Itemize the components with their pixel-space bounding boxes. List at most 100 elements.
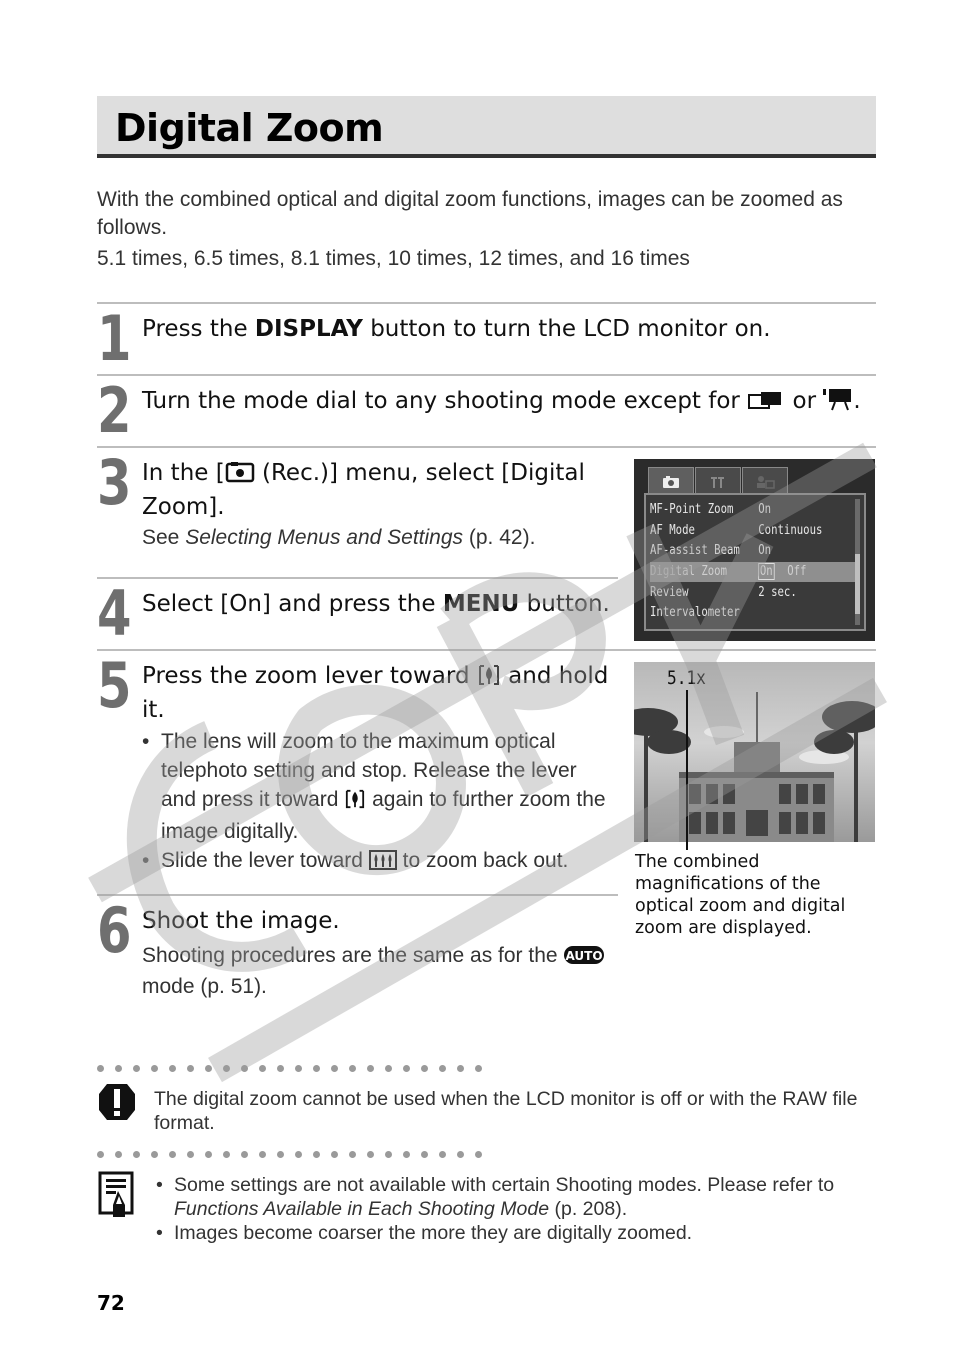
telephoto-icon: [344, 788, 366, 817]
setup-tab: [695, 467, 741, 495]
divider: [97, 302, 876, 304]
memo-icon: [98, 1171, 136, 1223]
caution-icon: [97, 1082, 137, 1126]
lcd-menu-panel: MF-Point Zoom On AF Mode Continuous AF-ass…: [644, 493, 866, 631]
memo-page-ref: (p. 208).: [549, 1198, 628, 1220]
title-bar: Digital Zoom: [97, 96, 876, 158]
lcd-menu-screenshot: MF-Point Zoom On AF Mode Continuous AF-ass…: [634, 459, 875, 641]
bullet-text: Slide the lever toward: [161, 849, 369, 872]
step-number: 1: [97, 302, 132, 375]
memo-reference-title: Functions Available in Each Shooting Mod…: [174, 1198, 550, 1220]
separator-dot: [115, 1151, 122, 1158]
page-number: 72: [97, 1291, 125, 1315]
separator-dot: [403, 1151, 410, 1158]
separator-dot: [241, 1151, 248, 1158]
separator-dot: [349, 1065, 356, 1072]
tools-icon: [711, 476, 724, 488]
menu-value-off: Off: [787, 564, 807, 579]
svg-text:AUTO: AUTO: [566, 949, 603, 963]
separator-dot: [151, 1151, 158, 1158]
separator-dot: [313, 1151, 320, 1158]
lcd-tabs: [648, 467, 789, 495]
separator-dot: [475, 1151, 482, 1158]
step-number: 2: [97, 374, 132, 447]
zoom-magnification-readout: 5.1x: [667, 667, 706, 689]
bullet-text: to zoom back out.: [396, 849, 569, 872]
step-text: or: [792, 388, 817, 414]
desc-text: mode (p. 51).: [142, 975, 267, 998]
display-button-label: DISPLAY: [254, 316, 363, 342]
photo-caption: The combined magnifications of the optic…: [635, 852, 846, 938]
separator-dot: [421, 1065, 428, 1072]
separator-dot: [367, 1065, 374, 1072]
separator-dot: [331, 1065, 338, 1072]
camera-icon: [663, 475, 679, 488]
separator-dot: [169, 1151, 176, 1158]
lcd-scrollbar: [855, 499, 860, 625]
wide-angle-icon: [368, 849, 397, 878]
callout-leader-line: [686, 690, 688, 850]
separator-dot: [259, 1151, 266, 1158]
telephoto-icon: [477, 664, 501, 695]
step-number: 5: [97, 649, 132, 722]
menu-value: On: [758, 502, 772, 517]
bullet-item: The lens will zoom to the maximum optica…: [142, 727, 617, 846]
memo-item: Images become coarser the more they are …: [154, 1221, 869, 1245]
memo-text: Some settings are not available with cer…: [174, 1174, 835, 1196]
separator-dot: [475, 1065, 482, 1072]
memo-text: Images become coarser the more they are …: [174, 1222, 693, 1244]
intro-text: With the combined optical and digital zo…: [97, 186, 877, 276]
step-4-heading: Select [On] and press the MENU button.: [142, 589, 610, 620]
zoom-levels-line: 5.1 times, 6.5 times, 8.1 times, 10 time…: [97, 247, 690, 270]
menu-row: Review 2 sec.: [650, 583, 819, 603]
separator-dot: [385, 1065, 392, 1072]
step-text: .: [853, 388, 861, 414]
separator-dot: [403, 1065, 410, 1072]
separator-dot: [331, 1151, 338, 1158]
step-text: button to turn the LCD monitor on.: [362, 316, 771, 342]
menu-label: AF Mode: [650, 523, 695, 538]
menu-label: Intervalometer: [650, 605, 740, 620]
separator-dot: [421, 1151, 428, 1158]
ref-link-title: Selecting Menus and Settings: [185, 526, 464, 549]
separator-dot: [349, 1151, 356, 1158]
auto-mode-icon: AUTO: [563, 945, 605, 973]
step-3-heading: In the [ (Rec.)] menu, select [Digital Z…: [142, 458, 612, 523]
divider: [97, 374, 876, 376]
divider: [97, 577, 618, 579]
memo-item: Some settings are not available with cer…: [154, 1173, 869, 1221]
menu-label: Digital Zoom: [650, 564, 728, 579]
lcd-scrollbar-thumb: [855, 554, 860, 614]
ref-page: (p. 42).: [463, 526, 536, 549]
divider: [97, 446, 876, 448]
separator-dot: [187, 1065, 194, 1072]
separator-dot: [133, 1065, 140, 1072]
zoomed-photo: 5.1x: [634, 662, 875, 842]
my-camera-tab: [742, 467, 788, 495]
separator-dot: [367, 1151, 374, 1158]
step-5-bullets: The lens will zoom to the maximum optica…: [142, 727, 617, 878]
step-2-heading: Turn the mode dial to any shooting mode …: [142, 386, 861, 420]
step-6-description: Shooting procedures are the same as for …: [142, 942, 617, 1001]
step-6-heading: Shoot the image.: [142, 908, 340, 934]
desc-text: Shooting procedures are the same as for …: [142, 944, 564, 967]
divider: [97, 894, 618, 896]
dotted-separator: [97, 1065, 497, 1073]
page-title: Digital Zoom: [115, 106, 384, 150]
separator-dot: [385, 1151, 392, 1158]
separator-dot: [133, 1151, 140, 1158]
menu-value: 2 sec.: [758, 585, 797, 600]
separator-dot: [205, 1065, 212, 1072]
separator-dot: [223, 1151, 230, 1158]
step-text: button.: [519, 591, 610, 617]
movie-icon: [823, 387, 853, 420]
step-text: Turn the mode dial to any shooting mode …: [142, 388, 740, 414]
camera-tab: [648, 467, 694, 495]
separator-dot: [169, 1065, 176, 1072]
bullet-item: Slide the lever toward to zoom back out.: [142, 846, 617, 878]
separator-dot: [151, 1065, 158, 1072]
separator-dot: [439, 1151, 446, 1158]
separator-dot: [205, 1151, 212, 1158]
separator-dot: [295, 1065, 302, 1072]
separator-dot: [439, 1065, 446, 1072]
